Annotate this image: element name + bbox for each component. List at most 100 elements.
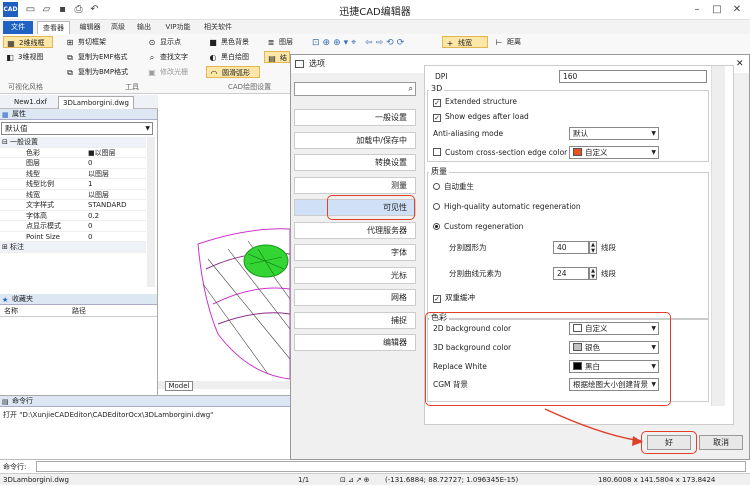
show-points-button[interactable]: ⊙ 显示点 xyxy=(145,36,201,48)
tab-viewer[interactable]: 查看器 xyxy=(37,21,70,34)
minimize-icon[interactable]: – xyxy=(690,3,704,16)
category-8[interactable]: 网格 xyxy=(294,289,416,306)
category-5[interactable]: 代理服务器 xyxy=(294,221,416,239)
app-title: 迅捷CAD编辑器 xyxy=(339,7,411,18)
properties-icon: ▦ xyxy=(2,111,9,119)
settings-scrollbar[interactable] xyxy=(711,66,725,406)
structure-button[interactable]: ▤ 结 xyxy=(264,51,290,63)
antialias-select[interactable]: 默认 ▼ xyxy=(569,127,659,140)
properties-filter-select[interactable]: 默认值 ▼ xyxy=(1,122,153,135)
layers-button[interactable]: ≣ 图层 xyxy=(264,36,298,48)
property-row[interactable]: 色彩 ■以图层 xyxy=(0,148,146,158)
dialog-close-icon[interactable]: ✕ xyxy=(736,55,744,73)
category-6[interactable]: 字体 xyxy=(294,244,416,261)
car-wireframe xyxy=(197,228,291,380)
status-file: 3DLamborgini.dwg xyxy=(3,476,69,484)
cross-edge-checkbox[interactable]: Custom cross-section edge color xyxy=(433,148,567,158)
section-general[interactable]: ⊟ 一般设置 xyxy=(0,137,146,148)
category-9[interactable]: 捕捉 xyxy=(294,311,416,329)
curve-seg-spinner[interactable]: ▲ ▼ xyxy=(589,267,597,280)
status-snap-icons[interactable]: ⊡⊿↗⊕ xyxy=(340,474,371,486)
tab-output[interactable]: 输出 xyxy=(134,21,154,34)
cancel-button[interactable]: 取消 xyxy=(699,435,743,450)
color-swatch xyxy=(573,148,582,156)
custom-regen-radio[interactable]: Custom regeneration xyxy=(433,222,523,232)
favorites-header: ★ 收藏夹 xyxy=(0,294,157,305)
properties-scrollbar[interactable] xyxy=(147,137,155,287)
category-7[interactable]: 光标 xyxy=(294,266,416,284)
bw-icon: ◐ xyxy=(209,53,217,62)
command-input-row: 命令行: xyxy=(0,459,750,473)
favorites-columns: 名称 路径 xyxy=(0,306,157,317)
category-1[interactable]: 加载中/保存中 xyxy=(294,131,416,149)
tab-editor[interactable]: 编辑器 xyxy=(76,21,104,34)
raster-icon: ▣ xyxy=(148,68,156,77)
circle-seg-input[interactable]: 40 xyxy=(553,241,589,254)
arc-icon: ◠ xyxy=(210,69,218,78)
auto-regen-radio[interactable]: 自动重生 xyxy=(433,182,474,192)
section-annotation[interactable]: ⊞ 标注 xyxy=(0,242,146,253)
close-icon[interactable]: ✕ xyxy=(730,3,744,16)
command-input[interactable] xyxy=(36,461,746,472)
doc-tab-lamborgini[interactable]: 3DLamborgini.dwg xyxy=(58,96,134,109)
tab-vip[interactable]: VIP功能 xyxy=(160,21,196,34)
curve-seg-input[interactable]: 24 xyxy=(553,267,589,280)
terminal-icon: ▤ xyxy=(2,398,9,406)
property-row[interactable]: 线型 以图层 xyxy=(0,169,146,179)
command-header: ▤ 命令行 xyxy=(0,396,290,407)
tab-file[interactable]: 文件 xyxy=(3,21,33,34)
dpi-field[interactable]: 160 xyxy=(559,70,707,83)
status-bar: 3DLamborgini.dwg 1/1 ⊡⊿↗⊕ (-131.6884; 88… xyxy=(0,473,750,485)
property-row[interactable]: 点显示模式 0 xyxy=(0,221,146,232)
black-background-button[interactable]: ■ 黑色背景 xyxy=(206,36,260,48)
tab-advanced[interactable]: 高级 xyxy=(108,21,128,34)
circle-seg-label: 分割圆形为 xyxy=(449,243,487,252)
hq-regen-radio[interactable]: High-quality automatic regeneration xyxy=(433,202,581,212)
find-text-button[interactable]: ⌕ 查找文字 xyxy=(145,51,201,63)
doc-tab-new1[interactable]: New1.dxf xyxy=(10,96,51,109)
show-edges-checkbox[interactable]: ✓ Show edges after load xyxy=(433,112,529,122)
structure-icon: ▤ xyxy=(268,54,276,63)
maximize-icon[interactable]: □ xyxy=(710,3,724,16)
property-row[interactable]: Point Size 0 xyxy=(0,232,146,242)
title-bar: CAD ▭ ▱ ▪ ⎙ ↶ 迅捷CAD编辑器 – □ ✕ xyxy=(0,0,750,20)
distance-button[interactable]: ⊢ 距离 xyxy=(492,36,538,48)
cross-edge-select[interactable]: 自定义 ▼ xyxy=(569,146,659,159)
group-visual-style: 可视化风格 xyxy=(8,83,43,91)
tab-related[interactable]: 相关软件 xyxy=(200,21,236,34)
smooth-arc-button[interactable]: ◠ 圆滑弧形 xyxy=(206,66,260,78)
drawing-canvas[interactable] xyxy=(158,109,291,395)
double-buffer-checkbox[interactable]: ✓ 双重缓冲 xyxy=(433,293,475,303)
property-row[interactable]: 线宽 以图层 xyxy=(0,190,146,200)
view-3d-button[interactable]: ◧ 3维视图 xyxy=(3,51,53,63)
category-search-input[interactable]: ⌕ xyxy=(294,82,416,96)
copy-emf-button[interactable]: ⧉ 复制为EMF格式 xyxy=(63,51,141,63)
category-10[interactable]: 编辑器 xyxy=(294,334,416,351)
property-rows: 色彩 ■以图层 图层 0 线型 以图层 线型比例 1 线宽 以图层 文字样式 STANDARD 字体高 0… xyxy=(0,148,146,242)
property-row[interactable]: 文字样式 STANDARD xyxy=(0,200,146,211)
navigation-toolbar[interactable]: ⊡⊕⊕▾⌖ ⇦⇨⟲⟳ xyxy=(312,38,407,48)
properties-panel: ▦ 属性 默认值 ▼ ⊟ 一般设置 色彩 ■以图层 图层 0 线型 以图层 线型比例 1 线宽 以图层文… xyxy=(0,109,158,395)
property-row[interactable]: 线型比例 1 xyxy=(0,179,146,190)
copy-bmp-button[interactable]: ⧉ 复制为BMP格式 xyxy=(63,66,141,78)
category-2[interactable]: 转换设置 xyxy=(294,154,416,171)
extended-structure-checkbox[interactable]: ✓ Extended structure xyxy=(433,97,517,107)
pointer-arrow-icon xyxy=(544,408,643,446)
status-page: 1/1 xyxy=(298,476,310,484)
search-icon: ⌕ xyxy=(149,53,155,62)
model-tab[interactable]: Model xyxy=(165,381,193,391)
window-icon xyxy=(295,60,304,68)
wireframe-2d-button[interactable]: ▦ 2维线框 xyxy=(3,36,53,48)
linewidth-button[interactable]: + 线宽 xyxy=(442,36,488,48)
background-icon: ■ xyxy=(209,38,217,47)
antialias-label: Anti-aliasing mode xyxy=(433,129,504,138)
ribbon-tabs: 文件 查看器 编辑器 高级 输出 VIP功能 相关软件 xyxy=(0,20,750,34)
bw-drawing-button[interactable]: ◐ 黑白绘图 xyxy=(206,51,260,63)
circle-seg-spinner[interactable]: ▲ ▼ xyxy=(589,241,597,254)
clip-frame-button[interactable]: ⊞ 剪切框架 xyxy=(63,36,141,48)
category-0[interactable]: 一般设置 xyxy=(294,109,416,126)
property-row[interactable]: 图层 0 xyxy=(0,158,146,169)
property-row[interactable]: 字体高 0.2 xyxy=(0,211,146,221)
category-3[interactable]: 测量 xyxy=(294,176,416,194)
chevron-down-icon: ▼ xyxy=(651,130,656,137)
